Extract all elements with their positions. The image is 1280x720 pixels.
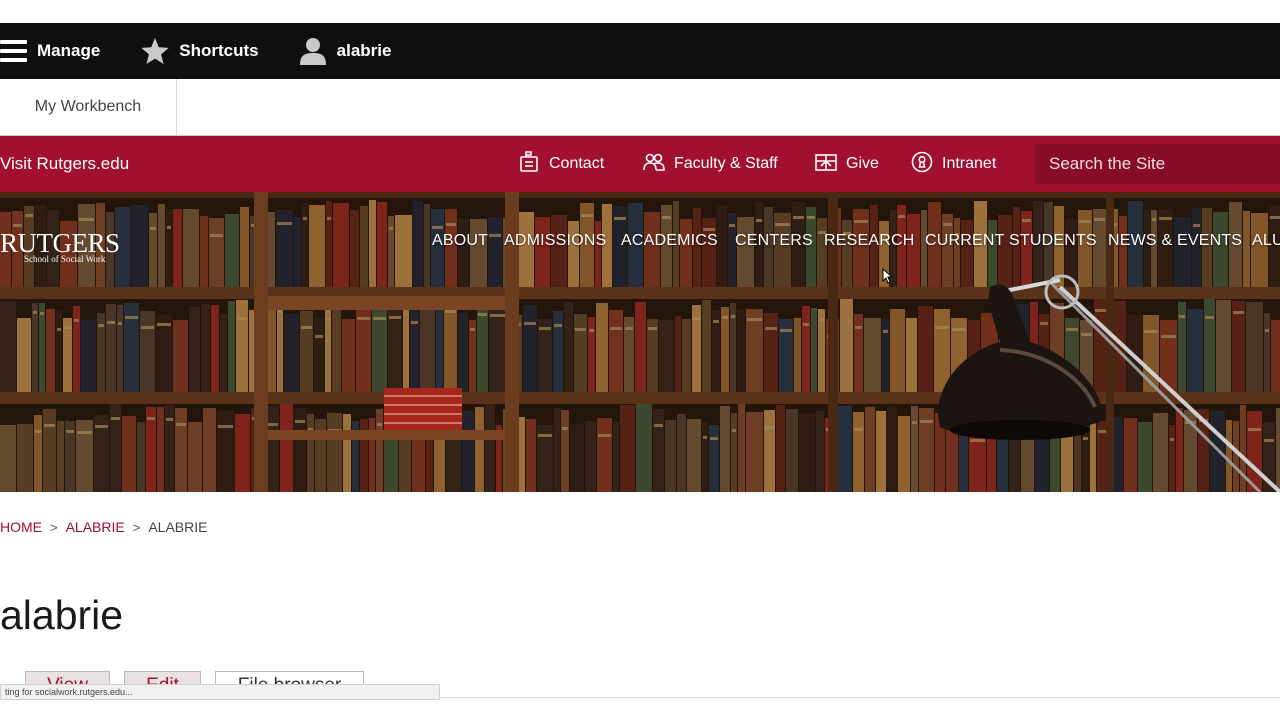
nav-admissions[interactable]: ADMISSIONS (504, 232, 606, 250)
contact-label: Contact (549, 155, 605, 172)
faculty-staff-label: Faculty & Staff (674, 155, 778, 172)
header-hero-banner: RUTGERS School of Social Work ABOUT ADMI… (0, 192, 1280, 492)
page-title: alabrie (0, 592, 124, 638)
gift-icon (815, 152, 846, 177)
toolbar-tray: My Workbench (0, 79, 1280, 136)
intranet-link[interactable]: Intranet (911, 136, 996, 192)
site-search-input[interactable] (1035, 144, 1280, 184)
browser-status-bar: ting for socialwork.rutgers.edu... (0, 684, 440, 700)
shortcuts-button[interactable]: Shortcuts (140, 23, 259, 79)
user-label: alabrie (336, 41, 392, 60)
breadcrumb-parent-link[interactable]: ALABRIE (66, 519, 125, 535)
intranet-label: Intranet (942, 155, 997, 172)
mouse-cursor-icon (882, 268, 892, 284)
rutgers-logo[interactable]: RUTGERS School of Social Work (0, 228, 120, 265)
breadcrumb-separator-icon: > (132, 519, 141, 535)
logo-subtitle: School of Social Work (24, 254, 106, 264)
logo-wordmark: RUTGERS (0, 228, 120, 258)
breadcrumb-separator-icon: > (50, 519, 58, 535)
keyhole-icon (911, 151, 942, 178)
breadcrumb: HOME > ALABRIE > ALABRIE (0, 519, 207, 535)
user-account-button[interactable]: alabrie (299, 23, 392, 79)
shortcuts-label: Shortcuts (179, 41, 259, 60)
nav-news-events[interactable]: NEWS & EVENTS (1108, 232, 1242, 250)
manage-label: Manage (37, 41, 101, 60)
nav-centers[interactable]: CENTERS (735, 232, 813, 250)
nav-current-students[interactable]: CURRENT STUDENTS (925, 232, 1097, 250)
my-workbench-link[interactable]: My Workbench (0, 79, 177, 135)
nav-research[interactable]: RESEARCH (824, 232, 915, 250)
manage-menu-button[interactable]: Manage (0, 23, 100, 79)
hamburger-icon (0, 38, 28, 64)
give-label: Give (846, 155, 879, 172)
breadcrumb-current: ALABRIE (148, 519, 208, 535)
people-icon (643, 152, 674, 177)
star-icon (140, 37, 170, 65)
visit-rutgers-link[interactable]: Visit Rutgers.edu (0, 136, 129, 192)
admin-toolbar: Manage Shortcuts alabrie (0, 23, 1280, 79)
contact-link[interactable]: Contact (518, 136, 604, 192)
faculty-staff-link[interactable]: Faculty & Staff (643, 136, 778, 192)
utility-bar: Visit Rutgers.edu Contact Faculty & Staf… (0, 136, 1280, 192)
user-icon (299, 36, 327, 66)
nav-academics[interactable]: ACADEMICS (621, 232, 718, 250)
mailbox-icon (518, 150, 549, 178)
give-link[interactable]: Give (815, 136, 879, 192)
nav-about[interactable]: ABOUT (432, 232, 488, 250)
nav-alumni[interactable]: ALU (1252, 232, 1280, 250)
viewport-bottom-edge (0, 697, 1280, 720)
breadcrumb-home-link[interactable]: HOME (0, 519, 42, 535)
